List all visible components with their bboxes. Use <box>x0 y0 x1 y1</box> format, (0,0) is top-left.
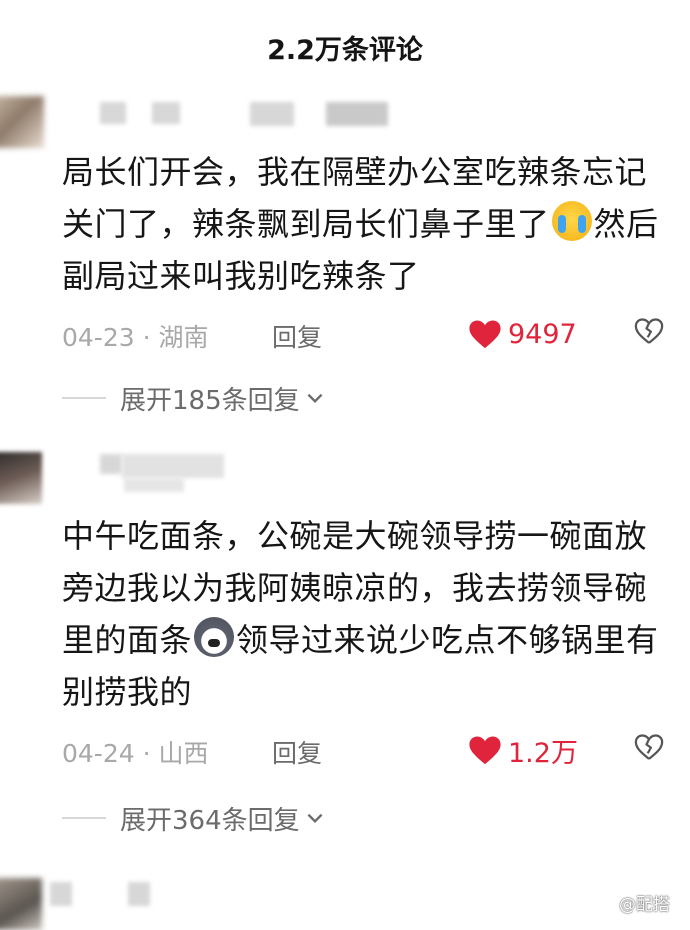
username-blurred[interactable] <box>50 880 160 908</box>
expand-replies-label: 展开185条回复 <box>120 385 300 416</box>
watermark: @配搭 <box>594 890 670 915</box>
avatar[interactable] <box>0 452 42 504</box>
chevron-down-icon <box>307 393 323 404</box>
expand-replies-button[interactable]: 展开364条回复 <box>62 798 326 838</box>
expand-line-divider <box>62 397 106 399</box>
heart-icon <box>469 736 501 765</box>
like-count: 1.2万 <box>508 737 578 769</box>
comment-date-location: 04-24 · 山西 <box>62 739 209 768</box>
comment-meta-row: 04-23 · 湖南 回复 9497 <box>62 314 672 354</box>
comment-text: 局长们开会，我在隔壁办公室吃辣条忘记关门了，辣条飘到局长们鼻子里了 然后副局过来叫… <box>62 146 672 302</box>
expand-line-divider <box>62 817 106 819</box>
watermark-text: @配搭 <box>619 895 670 915</box>
comments-header-title: 2.2万条评论 <box>267 35 423 66</box>
avatar[interactable] <box>0 878 42 930</box>
weibo-icon <box>594 894 615 912</box>
comment-meta-row: 04-24 · 山西 回复 1.2万 <box>62 730 672 770</box>
avatar[interactable] <box>0 96 44 148</box>
expand-replies-button[interactable]: 展开185条回复 <box>62 378 326 418</box>
comment-date-location: 04-23 · 湖南 <box>62 323 209 352</box>
username-blurred[interactable] <box>100 454 320 492</box>
husky-dog-face-icon <box>194 617 235 657</box>
comment-text: 中午吃面条，公碗是大碗领导捞一碗面放旁边我以为我阿姨晾凉的，我去捞领导碗里的面条… <box>62 510 672 718</box>
reply-button[interactable]: 回复 <box>272 318 322 354</box>
broken-heart-icon[interactable] <box>634 316 664 346</box>
chevron-down-icon <box>307 813 323 824</box>
expand-replies-label: 展开364条回复 <box>120 805 300 836</box>
loudly-crying-face-icon <box>551 201 592 241</box>
broken-heart-icon[interactable] <box>634 732 664 762</box>
reply-button[interactable]: 回复 <box>272 734 322 770</box>
like-button[interactable]: 9497 <box>468 314 577 354</box>
like-button[interactable]: 1.2万 <box>468 730 578 770</box>
username-blurred[interactable] <box>100 100 410 128</box>
like-count: 9497 <box>508 318 577 350</box>
heart-icon <box>469 320 501 349</box>
